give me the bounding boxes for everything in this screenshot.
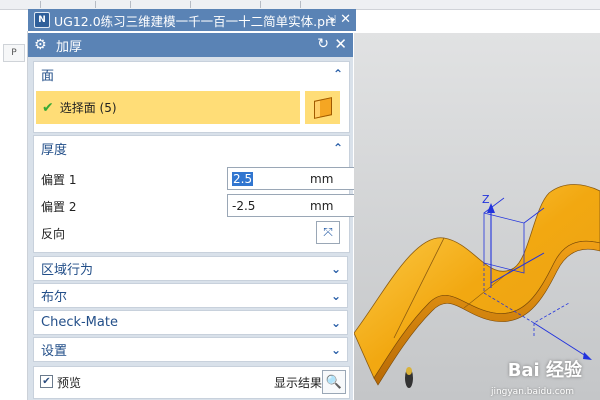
x-axis-arrow-icon — [583, 352, 592, 360]
face-section-title: 面 — [41, 68, 55, 84]
preview-checkbox[interactable]: ✔ — [40, 375, 53, 388]
offset2-value[interactable]: -2.5 — [232, 199, 255, 213]
toolbar-divider — [40, 1, 41, 8]
chevron-up-icon: ⌃ — [332, 67, 343, 81]
dialog-title: 加厚 — [56, 39, 83, 55]
toolbar-divider — [260, 1, 261, 8]
settings-title: 设置 — [41, 344, 68, 359]
region-behavior-section[interactable]: 区域行为 ⌄ — [33, 256, 348, 281]
chevron-down-icon: ⌄ — [330, 288, 341, 303]
solid-body-top-face — [354, 184, 600, 379]
x-axis-line — [533, 322, 590, 359]
show-result-button[interactable]: 🔍 — [322, 370, 346, 394]
select-face-label: 选择面 (5) — [59, 101, 117, 115]
resource-bar: P — [0, 31, 28, 400]
pin-icon[interactable]: ⇲ — [327, 13, 336, 26]
face-section-header[interactable]: 面 ⌃ — [34, 62, 349, 86]
dialog-title-bar[interactable]: ⚙ 加厚 ↻ ✕ — [28, 33, 353, 57]
thickness-section-header[interactable]: 厚度 ⌃ — [34, 136, 349, 160]
chevron-down-icon: ⌄ — [330, 261, 341, 276]
chevron-down-icon: ⌄ — [330, 342, 341, 357]
toolbar-divider — [300, 1, 301, 8]
select-face-row[interactable]: ✔ 选择面 (5) — [36, 91, 300, 124]
close-icon[interactable]: ✕ — [340, 12, 351, 27]
offset2-field[interactable]: -2.5 mm ▼ — [227, 194, 367, 217]
document-tab[interactable]: N UG12.0练习三维建模一千一百一十二简单实体.prt ⇲ ✕ — [28, 9, 356, 31]
boolean-section[interactable]: 布尔 ⌄ — [33, 283, 348, 308]
view-triad — [405, 367, 413, 388]
thickness-section-title: 厚度 — [41, 142, 68, 158]
show-result-label: 显示结果 — [274, 376, 323, 390]
watermark: Bai 经验 — [507, 360, 582, 381]
preview-label[interactable]: 预览 — [57, 374, 81, 391]
reverse-label: 反向 — [41, 227, 66, 241]
gear-icon: ⚙ — [34, 37, 47, 53]
reverse-direction-button[interactable]: ⤧ — [316, 221, 340, 244]
thicken-dialog: ⚙ 加厚 ↻ ✕ 面 ⌃ ✔ 选择面 (5) 厚度 ⌃ 偏置 1 2.5 mm … — [28, 33, 367, 400]
watermark-sub: jingyan.baidu.com — [490, 387, 574, 397]
toolbar-divider — [130, 1, 131, 8]
check-mate-title: Check-Mate — [41, 315, 118, 330]
check-mate-section[interactable]: Check-Mate ⌄ — [33, 310, 348, 335]
toolbar-divider — [95, 1, 96, 8]
chevron-up-icon: ⌃ — [332, 141, 343, 155]
offset2-label: 偏置 2 — [41, 200, 77, 214]
chevron-down-icon: ⌄ — [330, 315, 341, 330]
offset1-value[interactable]: 2.5 — [232, 171, 254, 186]
boolean-title: 布尔 — [41, 290, 68, 305]
offset1-label: 偏置 1 — [41, 173, 77, 187]
z-axis-label: Z — [482, 193, 490, 206]
offset1-unit[interactable]: mm — [310, 172, 333, 186]
dialog-footer: ✔ 预览 显示结果 🔍 — [33, 366, 350, 399]
document-tab-title: UG12.0练习三维建模一千一百一十二简单实体.prt — [54, 13, 336, 29]
reset-icon[interactable]: ↻ — [317, 36, 329, 52]
graphics-viewport[interactable]: Z Bai 经验 jingyan.baidu.com — [354, 33, 600, 400]
resource-bar-item[interactable]: P — [3, 44, 25, 62]
check-icon: ✔ — [42, 99, 54, 116]
top-toolbar-strip-right — [354, 0, 600, 9]
select-face-button[interactable] — [305, 91, 340, 124]
region-behavior-title: 区域行为 — [41, 263, 94, 278]
model-view[interactable]: Z — [354, 33, 600, 400]
face-cube-icon — [313, 96, 332, 119]
offset2-unit[interactable]: mm — [310, 199, 333, 213]
toolbar-divider — [190, 1, 191, 8]
offset1-field[interactable]: 2.5 mm ▼ — [227, 167, 367, 190]
magnifier-icon: 🔍 — [325, 374, 343, 390]
settings-section[interactable]: 设置 ⌄ — [33, 337, 348, 362]
nx-app-icon: N — [34, 12, 50, 28]
close-icon[interactable]: ✕ — [334, 35, 347, 53]
reverse-direction-icon: ⤧ — [323, 225, 333, 239]
